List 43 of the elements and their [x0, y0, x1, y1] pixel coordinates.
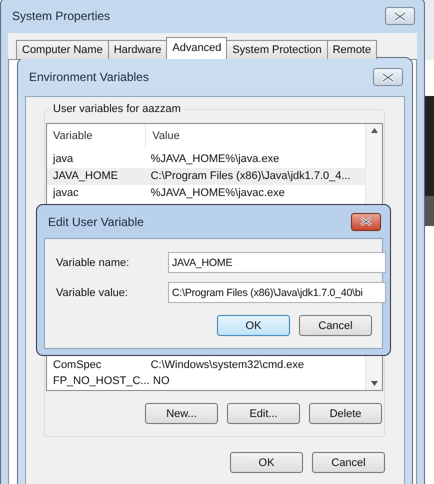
- window-title: System Properties: [12, 9, 110, 23]
- input-field[interactable]: C:\Program Files (x86)\Java\jdk1.7.0_40\bi: [168, 282, 386, 303]
- variable-row[interactable]: ComSpec C:\Windows\system32\cmd.exe: [47, 357, 365, 373]
- tab[interactable]: Advanced: [166, 37, 228, 59]
- variable-name: ComSpec: [53, 358, 102, 372]
- tab[interactable]: Computer Name: [16, 40, 109, 59]
- close-button[interactable]: [351, 212, 381, 230]
- column-header[interactable]: Variable: [47, 124, 146, 148]
- input-field[interactable]: JAVA_HOME: [168, 252, 386, 273]
- field-label: Variable name:: [56, 256, 130, 268]
- variable-name: JAVA_HOME: [53, 170, 119, 183]
- close-icon: [360, 217, 372, 226]
- variable-value: %JAVA_HOME%\javac.exe: [150, 187, 286, 200]
- dialog-button[interactable]: Cancel: [299, 315, 372, 336]
- list-button[interactable]: Delete: [309, 403, 382, 424]
- tab[interactable]: Hardware: [108, 40, 168, 59]
- variable-row[interactable]: JAVA_HOME C:\Program Files (x86)\Java\jdk1.7.0_4...: [47, 168, 365, 185]
- close-icon: [382, 72, 394, 82]
- variable-row[interactable]: javac %JAVA_HOME%\javac.exe: [47, 185, 365, 202]
- list-button[interactable]: New...: [145, 403, 218, 424]
- variable-name: FP_NO_HOST_C...: [53, 374, 147, 388]
- field-label: Variable value:: [56, 286, 129, 298]
- variable-value: NO: [153, 374, 170, 388]
- close-icon: [394, 12, 406, 20]
- variable-value: C:\Program Files (x86)\Java\jdk1.7.0_4...: [150, 170, 352, 183]
- variable-row[interactable]: FP_NO_HOST_C... NO: [47, 373, 365, 389]
- variable-value: C:\Windows\system32\cmd.exe: [150, 358, 306, 372]
- background-page: [424, 0, 434, 60]
- window-title: Edit User Variable: [48, 214, 144, 228]
- column-header[interactable]: Value: [146, 124, 365, 148]
- close-button[interactable]: [373, 68, 403, 86]
- dialog-button[interactable]: Cancel: [312, 452, 385, 473]
- variable-name: java: [53, 153, 74, 166]
- variable-row[interactable]: java %JAVA_HOME%\java.exe: [47, 151, 365, 168]
- close-button[interactable]: [385, 7, 415, 25]
- list-button[interactable]: Edit...: [227, 403, 300, 424]
- tab[interactable]: System Protection: [226, 40, 328, 59]
- dialog-button[interactable]: OK: [217, 315, 290, 336]
- tab[interactable]: Remote: [326, 40, 378, 59]
- variable-name: javac: [53, 187, 80, 200]
- dialog-button[interactable]: OK: [230, 452, 303, 473]
- window-title: Environment Variables: [29, 70, 149, 84]
- variable-value: %JAVA_HOME%\java.exe: [150, 153, 280, 166]
